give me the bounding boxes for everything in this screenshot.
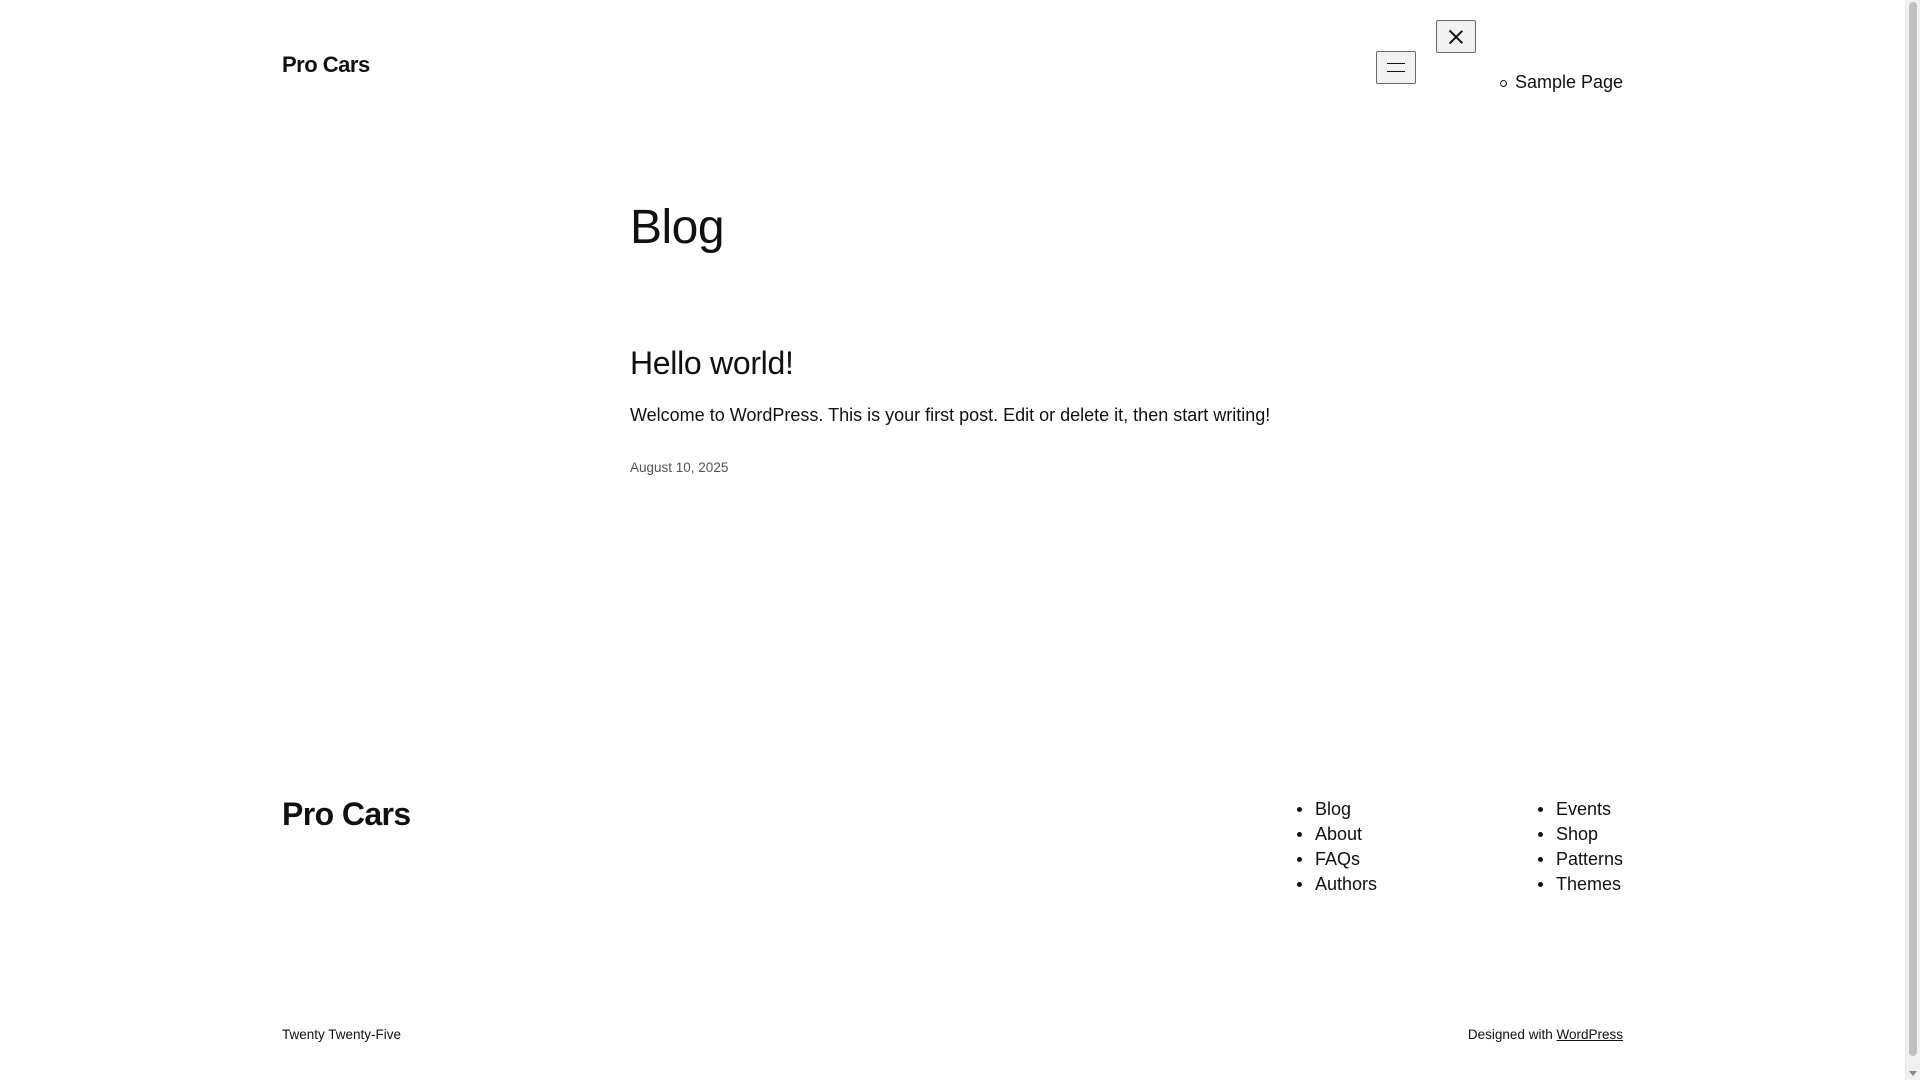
footer-link-blog[interactable]: Blog bbox=[1315, 799, 1351, 819]
footer-link-patterns[interactable]: Patterns bbox=[1556, 849, 1623, 869]
page: Pro Cars Sample Page Blog Hello world! W… bbox=[0, 0, 1905, 1080]
scrollbar-thumb[interactable] bbox=[1909, 2, 1917, 1056]
page-title: Blog bbox=[630, 201, 725, 254]
designed-with-text: Designed with bbox=[1467, 1027, 1553, 1042]
footer-link-about[interactable]: About bbox=[1315, 824, 1362, 844]
footer-nav-item-events: Events bbox=[1538, 797, 1623, 822]
footer-navigation-primary: Blog About FAQs Authors bbox=[1297, 797, 1377, 897]
vertical-scrollbar[interactable] bbox=[1905, 0, 1920, 1080]
footer-nav-item-authors: Authors bbox=[1297, 872, 1377, 897]
post-title: Hello world! bbox=[630, 345, 794, 382]
footer-link-authors[interactable]: Authors bbox=[1315, 874, 1377, 894]
footer-navigation-secondary: Events Shop Patterns Themes bbox=[1538, 797, 1623, 897]
nav-item-sample-page: Sample Page bbox=[1500, 72, 1623, 93]
post-title-link[interactable]: Hello world! bbox=[630, 345, 794, 381]
footer-link-faqs[interactable]: FAQs bbox=[1315, 849, 1360, 869]
hamburger-icon bbox=[1387, 63, 1405, 72]
footer-link-shop[interactable]: Shop bbox=[1556, 824, 1598, 844]
post-date[interactable]: August 10, 2025 bbox=[630, 460, 728, 475]
footer-nav-item-patterns: Patterns bbox=[1538, 847, 1623, 872]
footer-nav-item-shop: Shop bbox=[1538, 822, 1623, 847]
open-menu-button[interactable] bbox=[1376, 51, 1416, 84]
header-navigation: Sample Page bbox=[1500, 72, 1623, 93]
close-menu-button[interactable] bbox=[1436, 20, 1476, 53]
footer-link-themes[interactable]: Themes bbox=[1556, 874, 1621, 894]
close-icon bbox=[1448, 29, 1464, 45]
footer-link-events[interactable]: Events bbox=[1556, 799, 1611, 819]
scroll-down-arrow-icon[interactable] bbox=[1909, 1071, 1917, 1076]
footer-nav-item-faqs: FAQs bbox=[1297, 847, 1377, 872]
footer-site-title-link[interactable]: Pro Cars bbox=[282, 796, 411, 833]
footer-nav-item-about: About bbox=[1297, 822, 1377, 847]
designed-with-credit: Designed with WordPress bbox=[1468, 1027, 1623, 1042]
theme-credit-link[interactable]: Twenty Twenty-Five bbox=[282, 1027, 401, 1042]
footer-nav-item-themes: Themes bbox=[1538, 872, 1623, 897]
site-title-link[interactable]: Pro Cars bbox=[282, 52, 370, 78]
post-excerpt: Welcome to WordPress. This is your first… bbox=[630, 405, 1271, 425]
wordpress-link[interactable]: WordPress bbox=[1556, 1027, 1623, 1042]
nav-link-sample-page[interactable]: Sample Page bbox=[1515, 72, 1623, 92]
theme-credit: Twenty Twenty-Five bbox=[282, 1027, 401, 1042]
footer-nav-item-blog: Blog bbox=[1297, 797, 1377, 822]
